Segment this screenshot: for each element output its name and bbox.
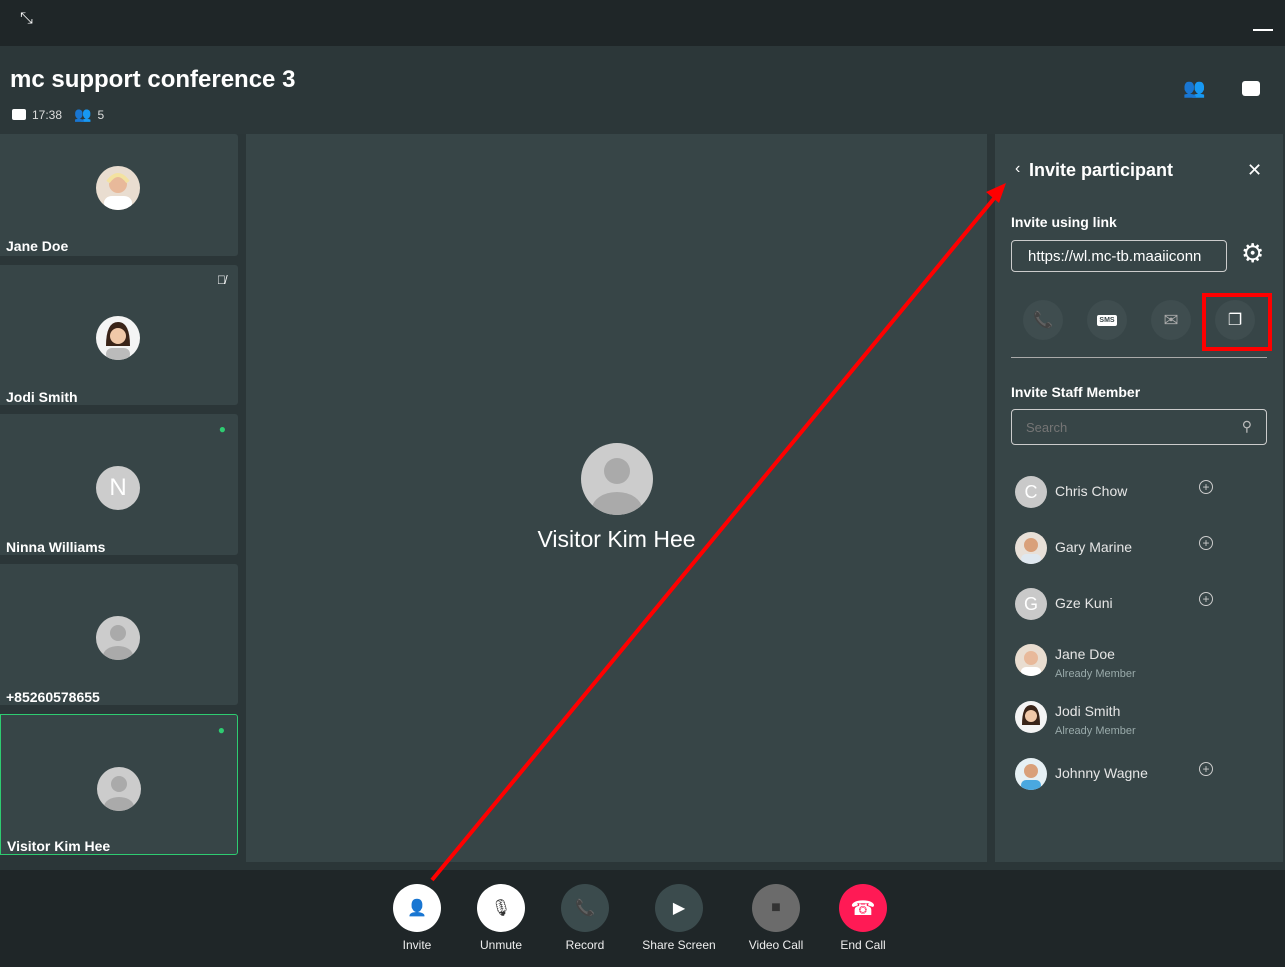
participant-count: 5 (97, 107, 105, 122)
divider (1011, 357, 1267, 358)
staff-item[interactable]: Johnny Wagne + (1015, 758, 1265, 798)
staff-label: Invite Staff Member (1011, 384, 1141, 400)
page-title: mc support conference 3 (10, 66, 296, 93)
screen-share-icon: ▶ (655, 884, 703, 932)
staff-item[interactable]: G Gze Kuni + (1015, 588, 1265, 628)
call-meta: 17:38 👥 5 (12, 106, 104, 123)
call-duration: 17:38 (32, 107, 63, 122)
video-camera-icon: ■ (752, 884, 800, 932)
invite-label: Invite (402, 938, 432, 952)
mic-speaking-icon: ● (217, 723, 225, 737)
main-participant-name: Visitor Kim Hee (537, 526, 696, 552)
add-person-icon: 👤 (393, 884, 441, 932)
add-icon[interactable]: + (1199, 480, 1213, 494)
participants-button[interactable]: 👥 (1183, 78, 1205, 99)
copy-icon: ❐ (1227, 312, 1243, 329)
invite-button[interactable]: 👤 Invite (372, 884, 462, 952)
staff-status: Already Member (1055, 668, 1136, 680)
sms-icon: SMS (1097, 314, 1117, 326)
back-icon[interactable]: ‹ (1015, 160, 1020, 178)
invite-panel: ‹ Invite participant ✕ Invite using link… (995, 134, 1283, 862)
default-avatar-icon (581, 443, 653, 515)
share-screen-label: Share Screen (642, 938, 716, 952)
unmute-button[interactable]: 🎙 Unmute (456, 884, 546, 952)
participant-tile[interactable]: Jane Doe (0, 134, 238, 256)
chat-button[interactable] (1242, 81, 1260, 96)
minimize-window-icon[interactable]: ⤡ (20, 10, 33, 28)
avatar (1015, 758, 1047, 790)
record-call-icon: 📞 (561, 884, 609, 932)
call-controls: 👤 Invite 🎙 Unmute 📞 Record ▶ Share Screen ■ V… (0, 870, 1285, 967)
avatar: G (1015, 588, 1047, 620)
email-icon: ✉ (1163, 309, 1179, 330)
participant-tile-active[interactable]: ● Visitor Kim Hee (0, 714, 238, 855)
call-header: mc support conference 3 17:38 👥 5 👥 (0, 46, 1285, 134)
video-call-button[interactable]: ■ Video Call (731, 884, 821, 952)
end-call-button[interactable]: ☎ End Call (818, 884, 908, 952)
sms-invite-button[interactable]: SMS (1087, 300, 1127, 340)
phone-icon: 📞 (1033, 312, 1053, 329)
main-video: Visitor Kim Hee (246, 134, 987, 862)
unmute-label: Unmute (479, 938, 523, 952)
participant-name: +85260578655 (6, 689, 100, 705)
participant-name: Ninna Williams (6, 539, 106, 555)
default-avatar-icon (96, 616, 140, 660)
top-bar: ⤡ (0, 0, 1285, 46)
staff-name: Johnny Wagne (1055, 765, 1148, 781)
participant-name: Visitor Kim Hee (7, 838, 111, 854)
video-call-label: Video Call (748, 938, 804, 952)
email-invite-button[interactable]: ✉ (1151, 300, 1191, 340)
record-button[interactable]: 📞 Record (540, 884, 630, 952)
staff-name: Gze Kuni (1055, 595, 1113, 611)
phone-invite-button[interactable]: 📞 (1023, 300, 1063, 340)
mic-off-icon: 🎙 (477, 884, 525, 932)
end-call-label: End Call (840, 938, 886, 952)
participant-tile[interactable]: 🎙̸ Jodi Smith (0, 265, 238, 405)
staff-name: Gary Marine (1055, 539, 1133, 555)
participant-name: Jane Doe (6, 238, 69, 254)
staff-item[interactable]: C Chris Chow + (1015, 476, 1265, 516)
staff-item[interactable]: Gary Marine + (1015, 532, 1265, 572)
gear-icon[interactable]: ⚙ (1241, 238, 1264, 269)
participant-tile[interactable]: +85260578655 (0, 564, 238, 705)
hang-up-icon: ☎ (839, 884, 887, 932)
staff-name: Jodi Smith (1055, 703, 1121, 719)
minimize-icon[interactable] (1253, 29, 1273, 31)
copy-link-button[interactable]: ❐ (1215, 300, 1255, 340)
mic-speaking-icon: ● (218, 422, 226, 436)
staff-search[interactable]: ⚲ (1011, 409, 1267, 445)
invite-link-label: Invite using link (1011, 214, 1117, 230)
participant-tile[interactable]: ● N Ninna Williams (0, 414, 238, 555)
avatar (1015, 701, 1047, 733)
staff-item: Jodi Smith Already Member (1015, 701, 1265, 741)
avatar (1015, 532, 1047, 564)
staff-item: Jane Doe Already Member (1015, 644, 1265, 684)
avatar (96, 316, 140, 360)
record-label: Record (565, 938, 605, 952)
conference-icon (12, 109, 26, 120)
panel-title: Invite participant (1029, 160, 1174, 180)
avatar: C (1015, 476, 1047, 508)
close-icon[interactable]: ✕ (1247, 160, 1262, 181)
add-icon[interactable]: + (1199, 592, 1213, 606)
staff-name: Chris Chow (1055, 483, 1128, 499)
add-icon[interactable]: + (1199, 536, 1213, 550)
search-input[interactable] (1012, 410, 1212, 444)
add-icon[interactable]: + (1199, 762, 1213, 776)
avatar (1015, 644, 1047, 676)
share-screen-button[interactable]: ▶ Share Screen (634, 884, 724, 952)
search-icon: ⚲ (1241, 418, 1252, 434)
avatar: N (96, 466, 140, 510)
staff-status: Already Member (1055, 725, 1136, 737)
participant-name: Jodi Smith (6, 389, 78, 405)
mic-muted-icon: 🎙̸ (217, 273, 226, 287)
participants-icon: 👥 (74, 106, 92, 122)
default-avatar-icon (97, 767, 141, 811)
staff-name: Jane Doe (1055, 646, 1115, 662)
invite-link-input[interactable] (1011, 240, 1227, 272)
avatar (96, 166, 140, 210)
